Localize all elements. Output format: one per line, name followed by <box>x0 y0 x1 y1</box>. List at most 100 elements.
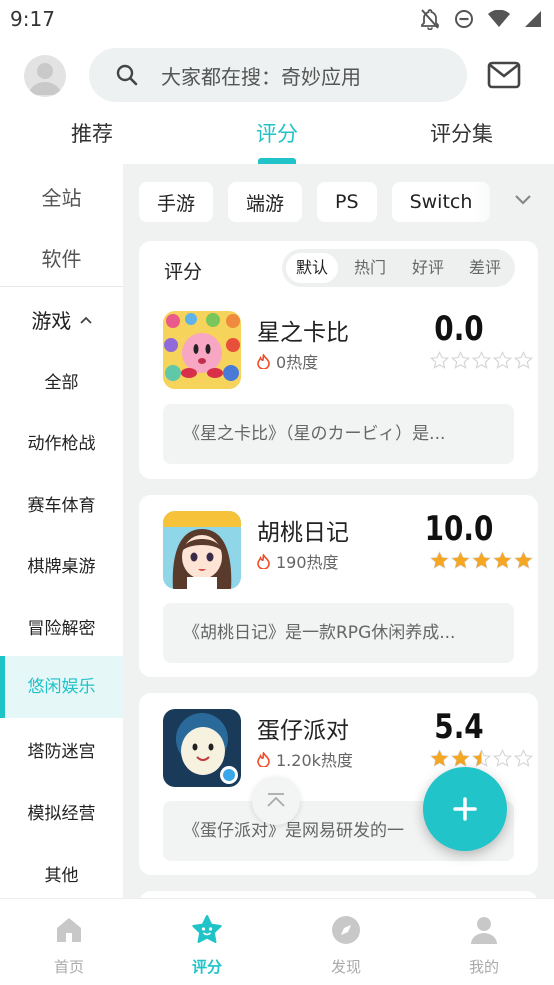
top-tabs: 推荐 评分 评分集 <box>0 108 554 164</box>
sidebar-item-all-site[interactable]: 全站 <box>0 182 123 211</box>
sidebar-item-games[interactable]: 游戏 <box>0 305 123 334</box>
game-heat: 1.20k热度 <box>257 747 353 771</box>
cell-signal-icon <box>524 10 542 28</box>
game-heat: 0热度 <box>257 349 318 373</box>
tab-recommend[interactable]: 推荐 <box>71 118 113 148</box>
star-half-icon <box>472 749 491 767</box>
sidebar-item-tower-defense[interactable]: 塔防迷宫 <box>0 737 123 762</box>
star-empty-icon <box>451 351 470 369</box>
home-icon <box>57 918 81 942</box>
game-score: 5.4 <box>434 707 484 747</box>
game-name: 胡桃日记 <box>257 520 349 546</box>
game-icon-walnut-diary <box>163 511 241 589</box>
tab-rating[interactable]: 评分 <box>256 118 298 148</box>
star-face-icon <box>192 915 222 943</box>
notifications-off-icon <box>420 8 440 30</box>
sidebar-item-other[interactable]: 其他 <box>0 861 123 886</box>
star-filled-icon <box>451 749 470 767</box>
sidebar-item-simulation[interactable]: 模拟经营 <box>0 799 123 824</box>
platform-chips: 手游 端游 PS Switch <box>139 182 491 222</box>
sidebar-item-adventure-puzzle[interactable]: 冒险解密 <box>0 614 123 639</box>
search-placeholder: 大家都在搜：奇妙应用 <box>161 64 361 89</box>
chevron-down-icon[interactable] <box>514 194 532 206</box>
game-heat-value: 0热度 <box>276 353 319 372</box>
sidebar-item-board-card[interactable]: 棋牌桌游 <box>0 552 123 577</box>
flame-icon <box>257 353 270 369</box>
game-score: 10.0 <box>424 509 494 549</box>
game-card-partial[interactable] <box>139 891 538 898</box>
nav-mine-label: 我的 <box>468 958 499 976</box>
add-rating-button[interactable] <box>423 767 507 851</box>
sort-positive[interactable]: 好评 <box>402 253 454 283</box>
compass-icon <box>332 916 360 944</box>
sidebar-item-action-shooter[interactable]: 动作枪战 <box>0 429 123 454</box>
game-name: 星之卡比 <box>257 320 349 346</box>
nav-mine[interactable]: 我的 <box>415 899 553 985</box>
status-bar: 9:17 <box>0 0 554 38</box>
game-heat: 190热度 <box>257 549 339 573</box>
flame-icon <box>257 553 270 569</box>
sidebar-item-racing-sports[interactable]: 赛车体育 <box>0 491 123 516</box>
person-icon <box>471 917 497 944</box>
star-filled-icon <box>430 551 449 569</box>
flame-icon <box>257 751 270 767</box>
game-heat-value: 1.20k热度 <box>276 751 353 770</box>
status-icons <box>420 8 542 30</box>
game-card[interactable]: 评分 默认 热门 好评 差评 星之卡比 0热度 0.0 《星之卡比》（星のカービ… <box>139 241 538 479</box>
star-filled-icon <box>430 749 449 767</box>
tab-rating-collections[interactable]: 评分集 <box>430 118 493 148</box>
star-empty-icon <box>472 351 491 369</box>
nav-rating[interactable]: 评分 <box>138 899 276 985</box>
star-empty-icon <box>493 351 512 369</box>
chevron-up-icon <box>80 316 92 324</box>
sidebar-item-casual[interactable]: 悠闲娱乐 <box>0 656 123 718</box>
user-avatar[interactable] <box>24 55 66 97</box>
star-rating <box>430 351 536 370</box>
wifi-icon <box>488 10 510 28</box>
nav-home-label: 首页 <box>53 958 84 976</box>
game-card[interactable]: 胡桃日记 190热度 10.0 《胡桃日记》是一款RPG休闲养成... <box>139 495 538 677</box>
game-description: 《胡桃日记》是一款RPG休闲养成... <box>163 603 514 663</box>
plus-icon <box>453 797 477 821</box>
chip-ps[interactable]: PS <box>317 182 377 222</box>
star-empty-icon <box>514 351 533 369</box>
sort-segment: 默认 热门 好评 差评 <box>282 249 515 287</box>
game-heat-value: 190热度 <box>276 553 339 572</box>
sidebar-item-all[interactable]: 全部 <box>0 368 123 393</box>
app-screen: 9:17 大家都在搜：奇妙应用 推荐 评分 评分集 全站 软件 游戏 全部 动作… <box>0 0 554 985</box>
sort-negative[interactable]: 差评 <box>459 253 511 283</box>
chip-mobile-games[interactable]: 手游 <box>139 182 214 222</box>
search-icon <box>116 64 138 86</box>
do-not-disturb-icon <box>454 9 474 29</box>
star-empty-icon <box>430 351 449 369</box>
header: 大家都在搜：奇妙应用 <box>0 46 554 104</box>
star-rating <box>430 749 536 768</box>
nav-discover-label: 发现 <box>330 958 361 976</box>
category-sidebar: 全站 软件 游戏 全部 动作枪战 赛车体育 棋牌桌游 冒险解密 悠闲娱乐 塔防迷… <box>0 164 123 898</box>
game-row: 胡桃日记 190热度 10.0 <box>139 509 538 591</box>
chip-pc-games[interactable]: 端游 <box>228 182 303 222</box>
game-name: 蛋仔派对 <box>257 718 349 744</box>
rating-card-header: 评分 默认 热门 好评 差评 <box>139 241 538 297</box>
star-empty-icon <box>493 749 512 767</box>
game-description: 《星之卡比》（星のカービィ）是... <box>163 404 514 464</box>
mail-icon[interactable] <box>487 61 521 89</box>
nav-home[interactable]: 首页 <box>0 899 138 985</box>
sort-default[interactable]: 默认 <box>286 253 338 283</box>
game-icon-kirby <box>163 311 241 389</box>
sidebar-item-software[interactable]: 软件 <box>0 243 123 272</box>
search-bar[interactable]: 大家都在搜：奇妙应用 <box>89 48 467 102</box>
nav-rating-label: 评分 <box>191 958 222 976</box>
bottom-navigation: 首页 评分 发现 我的 <box>0 898 554 985</box>
scroll-to-top-button[interactable] <box>252 777 300 825</box>
rating-card-title: 评分 <box>164 261 203 283</box>
sidebar-games-label: 游戏 <box>31 309 72 333</box>
avatar-person-icon <box>29 63 61 95</box>
star-rating <box>430 551 536 570</box>
star-filled-icon <box>493 551 512 569</box>
star-filled-icon <box>514 551 533 569</box>
nav-discover[interactable]: 发现 <box>277 899 415 985</box>
sort-hot[interactable]: 热门 <box>344 253 396 283</box>
sidebar-divider <box>0 286 123 287</box>
star-empty-icon <box>514 749 533 767</box>
